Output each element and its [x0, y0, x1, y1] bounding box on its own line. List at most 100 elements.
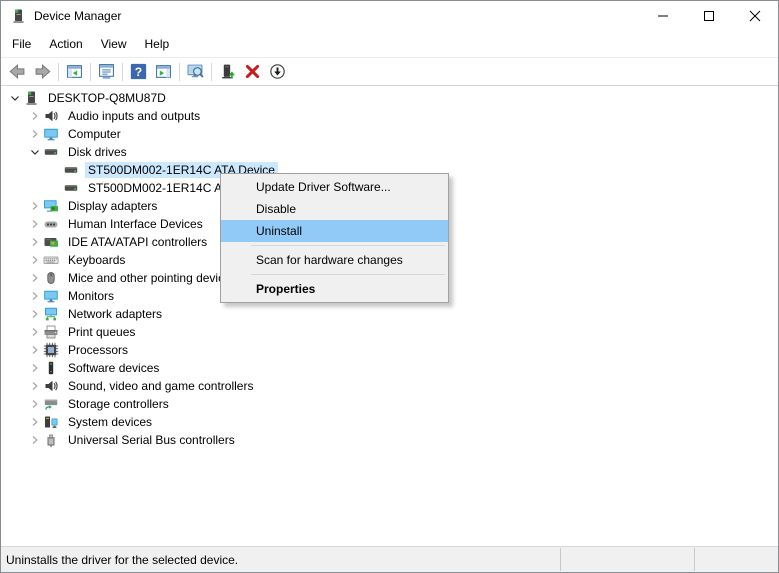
chevron-right-icon[interactable] — [27, 288, 43, 304]
minimize-button[interactable] — [640, 1, 686, 31]
tree-item-universal-serial-bus-controllers[interactable]: Universal Serial Bus controllers — [1, 431, 778, 449]
cpu-icon — [43, 342, 59, 358]
chevron-right-icon[interactable] — [27, 432, 43, 448]
chevron-right-icon[interactable] — [27, 324, 43, 340]
tree-item-label: Print queues — [65, 324, 138, 340]
speaker-icon — [43, 378, 59, 394]
network-adapter-icon — [43, 306, 59, 322]
uninstall-button[interactable] — [240, 60, 265, 84]
chevron-down-icon[interactable] — [7, 90, 23, 106]
chevron-right-icon[interactable] — [27, 396, 43, 412]
tree-item-software-devices[interactable]: Software devices — [1, 359, 778, 377]
tree-item-storage-controllers[interactable]: Storage controllers — [1, 395, 778, 413]
update-driver-button[interactable] — [215, 60, 240, 84]
tree-item-label: Mice and other pointing devices — [65, 270, 240, 286]
context-menu-item-properties[interactable]: Properties — [221, 278, 448, 300]
hdd-icon — [43, 144, 59, 160]
status-bar: Uninstalls the driver for the selected d… — [1, 546, 778, 572]
action-pane-button[interactable] — [151, 60, 176, 84]
hdd-icon — [63, 162, 79, 178]
menu-bar: FileActionViewHelp — [1, 31, 778, 58]
forward-arrow-icon — [34, 63, 51, 80]
properties-window-icon — [98, 63, 115, 80]
tree-item-label: Universal Serial Bus controllers — [65, 432, 238, 448]
menu-action[interactable]: Action — [40, 31, 91, 57]
chevron-right-icon[interactable] — [27, 252, 43, 268]
help-icon: ? — [130, 63, 147, 80]
tree-item-system-devices[interactable]: System devices — [1, 413, 778, 431]
tree-item-label: Human Interface Devices — [65, 216, 206, 232]
tree-item-computer[interactable]: Computer — [1, 125, 778, 143]
hdd-icon — [63, 180, 79, 196]
chevron-right-icon[interactable] — [27, 306, 43, 322]
context-menu-item-scan-for-hardware-changes[interactable]: Scan for hardware changes — [221, 249, 448, 271]
monitor-icon — [43, 288, 59, 304]
toolbar: ? — [1, 58, 778, 86]
toolbar-separator — [90, 63, 91, 81]
disable-button[interactable] — [265, 60, 290, 84]
chevron-right-icon[interactable] — [27, 216, 43, 232]
toolbar-separator — [211, 63, 212, 81]
chevron-right-icon[interactable] — [27, 126, 43, 142]
chevron-right-icon[interactable] — [27, 198, 43, 214]
console-tree-button[interactable] — [62, 60, 87, 84]
context-menu-item-update-driver-software[interactable]: Update Driver Software... — [221, 176, 448, 198]
display-adapter-icon — [43, 198, 59, 214]
menu-view[interactable]: View — [92, 31, 136, 57]
chevron-right-icon[interactable] — [27, 414, 43, 430]
hid-icon — [43, 216, 59, 232]
chevron-right-icon[interactable] — [27, 360, 43, 376]
chevron-right-icon[interactable] — [27, 108, 43, 124]
device-manager-window: Device Manager FileActionViewHelp ? DESK… — [0, 0, 779, 573]
back-arrow-button[interactable] — [5, 60, 30, 84]
toolbar-separator — [122, 63, 123, 81]
tree-item-label: Disk drives — [65, 144, 130, 160]
chevron-right-icon[interactable] — [27, 234, 43, 250]
chevron-right-icon[interactable] — [27, 378, 43, 394]
tree-item-label: System devices — [65, 414, 155, 430]
tree-item-label: IDE ATA/ATAPI controllers — [65, 234, 210, 250]
maximize-button[interactable] — [686, 1, 732, 31]
mouse-icon — [43, 270, 59, 286]
close-button[interactable] — [732, 1, 778, 31]
tree-item-label: Computer — [65, 126, 124, 142]
window-title: Device Manager — [34, 9, 121, 23]
chevron-down-icon[interactable] — [27, 144, 43, 160]
tree-item-label: Storage controllers — [65, 396, 172, 412]
forward-arrow-button[interactable] — [30, 60, 55, 84]
software-device-icon — [43, 360, 59, 376]
tree-item-print-queues[interactable]: Print queues — [1, 323, 778, 341]
window-controls — [640, 1, 778, 31]
scan-hardware-button[interactable] — [183, 60, 208, 84]
usb-icon — [43, 432, 59, 448]
scan-hardware-icon — [187, 63, 204, 80]
device-tree: DESKTOP-Q8MU87DAudio inputs and outputsC… — [1, 86, 778, 546]
disable-icon — [269, 63, 286, 80]
tree-item-sound-video-and-game-controllers[interactable]: Sound, video and game controllers — [1, 377, 778, 395]
chevron-right-icon[interactable] — [27, 342, 43, 358]
statusbar-separator — [560, 548, 561, 571]
menu-file[interactable]: File — [3, 31, 40, 57]
system-device-icon — [43, 414, 59, 430]
context-menu-item-uninstall[interactable]: Uninstall — [221, 220, 448, 242]
tree-item-audio-inputs-and-outputs[interactable]: Audio inputs and outputs — [1, 107, 778, 125]
status-text: Uninstalls the driver for the selected d… — [1, 553, 238, 567]
context-menu-item-disable[interactable]: Disable — [221, 198, 448, 220]
tree-item-disk-drives[interactable]: Disk drives — [1, 143, 778, 161]
monitor-icon — [43, 126, 59, 142]
tree-item-label: Software devices — [65, 360, 162, 376]
title-bar[interactable]: Device Manager — [1, 1, 778, 31]
help-button[interactable]: ? — [126, 60, 151, 84]
keyboard-icon — [43, 252, 59, 268]
printer-icon — [43, 324, 59, 340]
device-manager-app-icon — [10, 8, 26, 24]
tree-item-label: Processors — [65, 342, 131, 358]
storage-controller-icon — [43, 396, 59, 412]
menu-help[interactable]: Help — [136, 31, 179, 57]
chevron-right-icon[interactable] — [27, 270, 43, 286]
tree-item-processors[interactable]: Processors — [1, 341, 778, 359]
properties-window-button[interactable] — [94, 60, 119, 84]
context-menu-separator — [251, 274, 445, 275]
tree-item-desktop-q8mu87d[interactable]: DESKTOP-Q8MU87D — [1, 89, 778, 107]
tree-item-network-adapters[interactable]: Network adapters — [1, 305, 778, 323]
